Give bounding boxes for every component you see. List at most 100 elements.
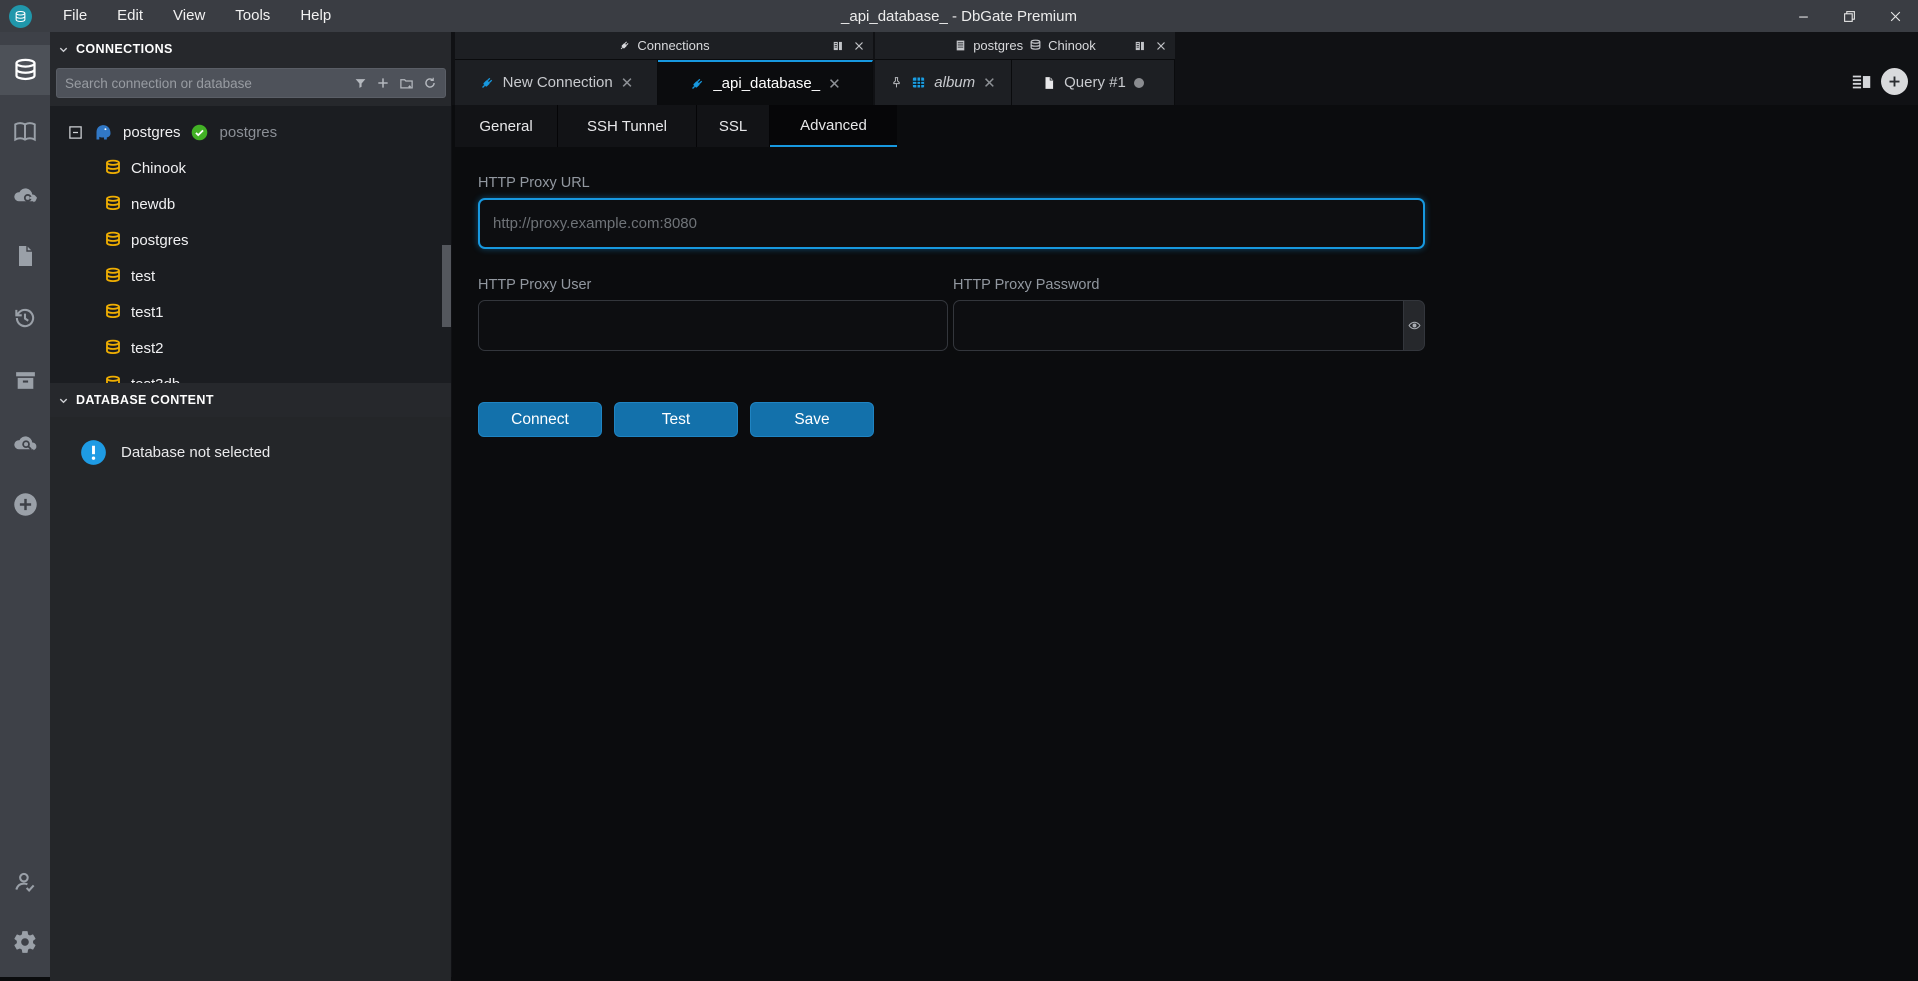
menu-tools[interactable]: Tools	[220, 0, 285, 32]
new-folder-icon[interactable]	[399, 76, 414, 91]
proxy-password-input[interactable]	[953, 300, 1404, 351]
database-row[interactable]: test	[50, 258, 451, 294]
server-engine-label: postgres	[220, 124, 278, 141]
close-tab-icon[interactable]: ✕	[828, 75, 841, 93]
refresh-icon[interactable]	[423, 76, 437, 90]
split-view-icon[interactable]	[832, 39, 846, 53]
archive-icon[interactable]	[0, 355, 50, 405]
tab-group-connections-header[interactable]: Connections	[455, 32, 873, 60]
minimize-button[interactable]	[1780, 0, 1826, 32]
sidebar: CONNECTIONS	[50, 32, 452, 977]
tab-group-connections: Connections New Connection	[455, 32, 873, 105]
database-row[interactable]: test1	[50, 294, 451, 330]
database-row[interactable]: Chinook	[50, 150, 451, 186]
proxy-url-label: HTTP Proxy URL	[478, 175, 1425, 191]
subtab-label: General	[479, 118, 532, 135]
left-toolbar-rail	[0, 32, 50, 977]
subtab-label: SSL	[719, 118, 747, 135]
server-icon	[954, 39, 967, 52]
tab-list-icon[interactable]	[1851, 71, 1873, 93]
subtab-label: Advanced	[800, 117, 867, 134]
cloud-private-key-icon[interactable]	[0, 169, 50, 219]
saved-book-icon[interactable]	[0, 107, 50, 157]
table-icon	[911, 75, 926, 90]
database-content-title: DATABASE CONTENT	[76, 393, 214, 407]
database-row[interactable]: newdb	[50, 186, 451, 222]
menu-view[interactable]: View	[158, 0, 220, 32]
database-name: test1	[131, 304, 164, 321]
connected-check-icon	[191, 124, 208, 141]
connection-detail-tabs: General SSH Tunnel SSL Advanced	[455, 105, 897, 147]
tab-group-postgres-chinook-header[interactable]: postgres Chinook	[875, 32, 1175, 60]
tab-general[interactable]: General	[455, 105, 558, 147]
tab-advanced[interactable]: Advanced	[770, 105, 897, 147]
tab-query-1[interactable]: Query #1	[1012, 60, 1175, 105]
titlebar: _api_database_ - DbGate Premium File Edi…	[0, 0, 1918, 32]
tab-label: _api_database_	[713, 75, 820, 92]
info-exclamation-icon	[80, 439, 107, 466]
tab-ssl[interactable]: SSL	[697, 105, 770, 147]
proxy-password-label: HTTP Proxy Password	[953, 277, 1425, 293]
database-name: Chinook	[131, 160, 186, 177]
tab-label: Query #1	[1064, 74, 1126, 91]
cloud-search-icon[interactable]	[0, 417, 50, 467]
postgres-elephant-icon	[93, 122, 114, 143]
close-tab-icon[interactable]: ✕	[983, 74, 996, 92]
proxy-url-input[interactable]	[478, 198, 1425, 249]
database-name: test3db	[131, 376, 180, 384]
tab-group-db-name: Chinook	[1048, 38, 1096, 53]
save-button[interactable]: Save	[750, 402, 874, 437]
close-window-button[interactable]	[1872, 0, 1918, 32]
proxy-user-input[interactable]	[478, 300, 948, 351]
database-icon	[1029, 39, 1042, 52]
tab-label: New Connection	[503, 74, 613, 91]
admin-user-icon[interactable]	[0, 857, 50, 907]
files-icon[interactable]	[0, 231, 50, 281]
settings-gear-icon[interactable]	[0, 917, 50, 967]
tab-ssh-tunnel[interactable]: SSH Tunnel	[558, 105, 697, 147]
server-name: postgres	[123, 124, 181, 141]
database-row-clipped[interactable]: test3db	[50, 366, 451, 383]
menubar: File Edit View Tools Help	[48, 0, 346, 32]
add-connection-icon[interactable]	[0, 479, 50, 529]
menu-help[interactable]: Help	[285, 0, 346, 32]
dbgate-logo-icon	[9, 5, 32, 28]
chevron-down-icon	[58, 395, 69, 406]
proxy-user-label: HTTP Proxy User	[478, 277, 948, 293]
tab-new-connection[interactable]: New Connection ✕	[455, 60, 658, 105]
pin-icon	[890, 76, 903, 89]
database-row[interactable]: test2	[50, 330, 451, 366]
restore-button[interactable]	[1826, 0, 1872, 32]
database-name: postgres	[131, 232, 189, 249]
collapse-minus-icon[interactable]	[68, 125, 83, 140]
test-button[interactable]: Test	[614, 402, 738, 437]
server-row-postgres[interactable]: postgres postgres	[50, 114, 451, 150]
sidebar-scrollbar[interactable]	[442, 245, 451, 327]
tab-api-database[interactable]: _api_database_ ✕	[658, 60, 873, 105]
new-tab-plus-icon[interactable]	[1881, 68, 1908, 95]
tab-album[interactable]: album ✕	[875, 60, 1012, 105]
close-group-icon[interactable]	[853, 40, 865, 52]
tab-label: album	[934, 74, 975, 91]
add-connection-plus-icon[interactable]	[376, 76, 390, 90]
filter-icon[interactable]	[354, 77, 367, 90]
database-connections-icon[interactable]	[0, 45, 50, 95]
close-tab-icon[interactable]: ✕	[621, 74, 634, 92]
menu-edit[interactable]: Edit	[102, 0, 158, 32]
file-icon	[1042, 76, 1056, 90]
database-name: test	[131, 268, 155, 285]
tab-group-postgres-chinook: postgres Chinook	[875, 32, 1175, 105]
search-input[interactable]	[57, 76, 354, 91]
main-area: Connections New Connection	[452, 32, 1918, 977]
database-row[interactable]: postgres	[50, 222, 451, 258]
close-group-icon[interactable]	[1155, 40, 1167, 52]
database-name: newdb	[131, 196, 175, 213]
database-content-header[interactable]: DATABASE CONTENT	[50, 383, 451, 417]
split-view-icon[interactable]	[1134, 39, 1148, 53]
show-password-eye-icon[interactable]	[1404, 300, 1425, 351]
menu-file[interactable]: File	[48, 0, 102, 32]
history-icon[interactable]	[0, 293, 50, 343]
form-buttons: Connect Test Save	[478, 402, 1425, 437]
connect-button[interactable]: Connect	[478, 402, 602, 437]
connections-panel-header[interactable]: CONNECTIONS	[50, 32, 451, 66]
